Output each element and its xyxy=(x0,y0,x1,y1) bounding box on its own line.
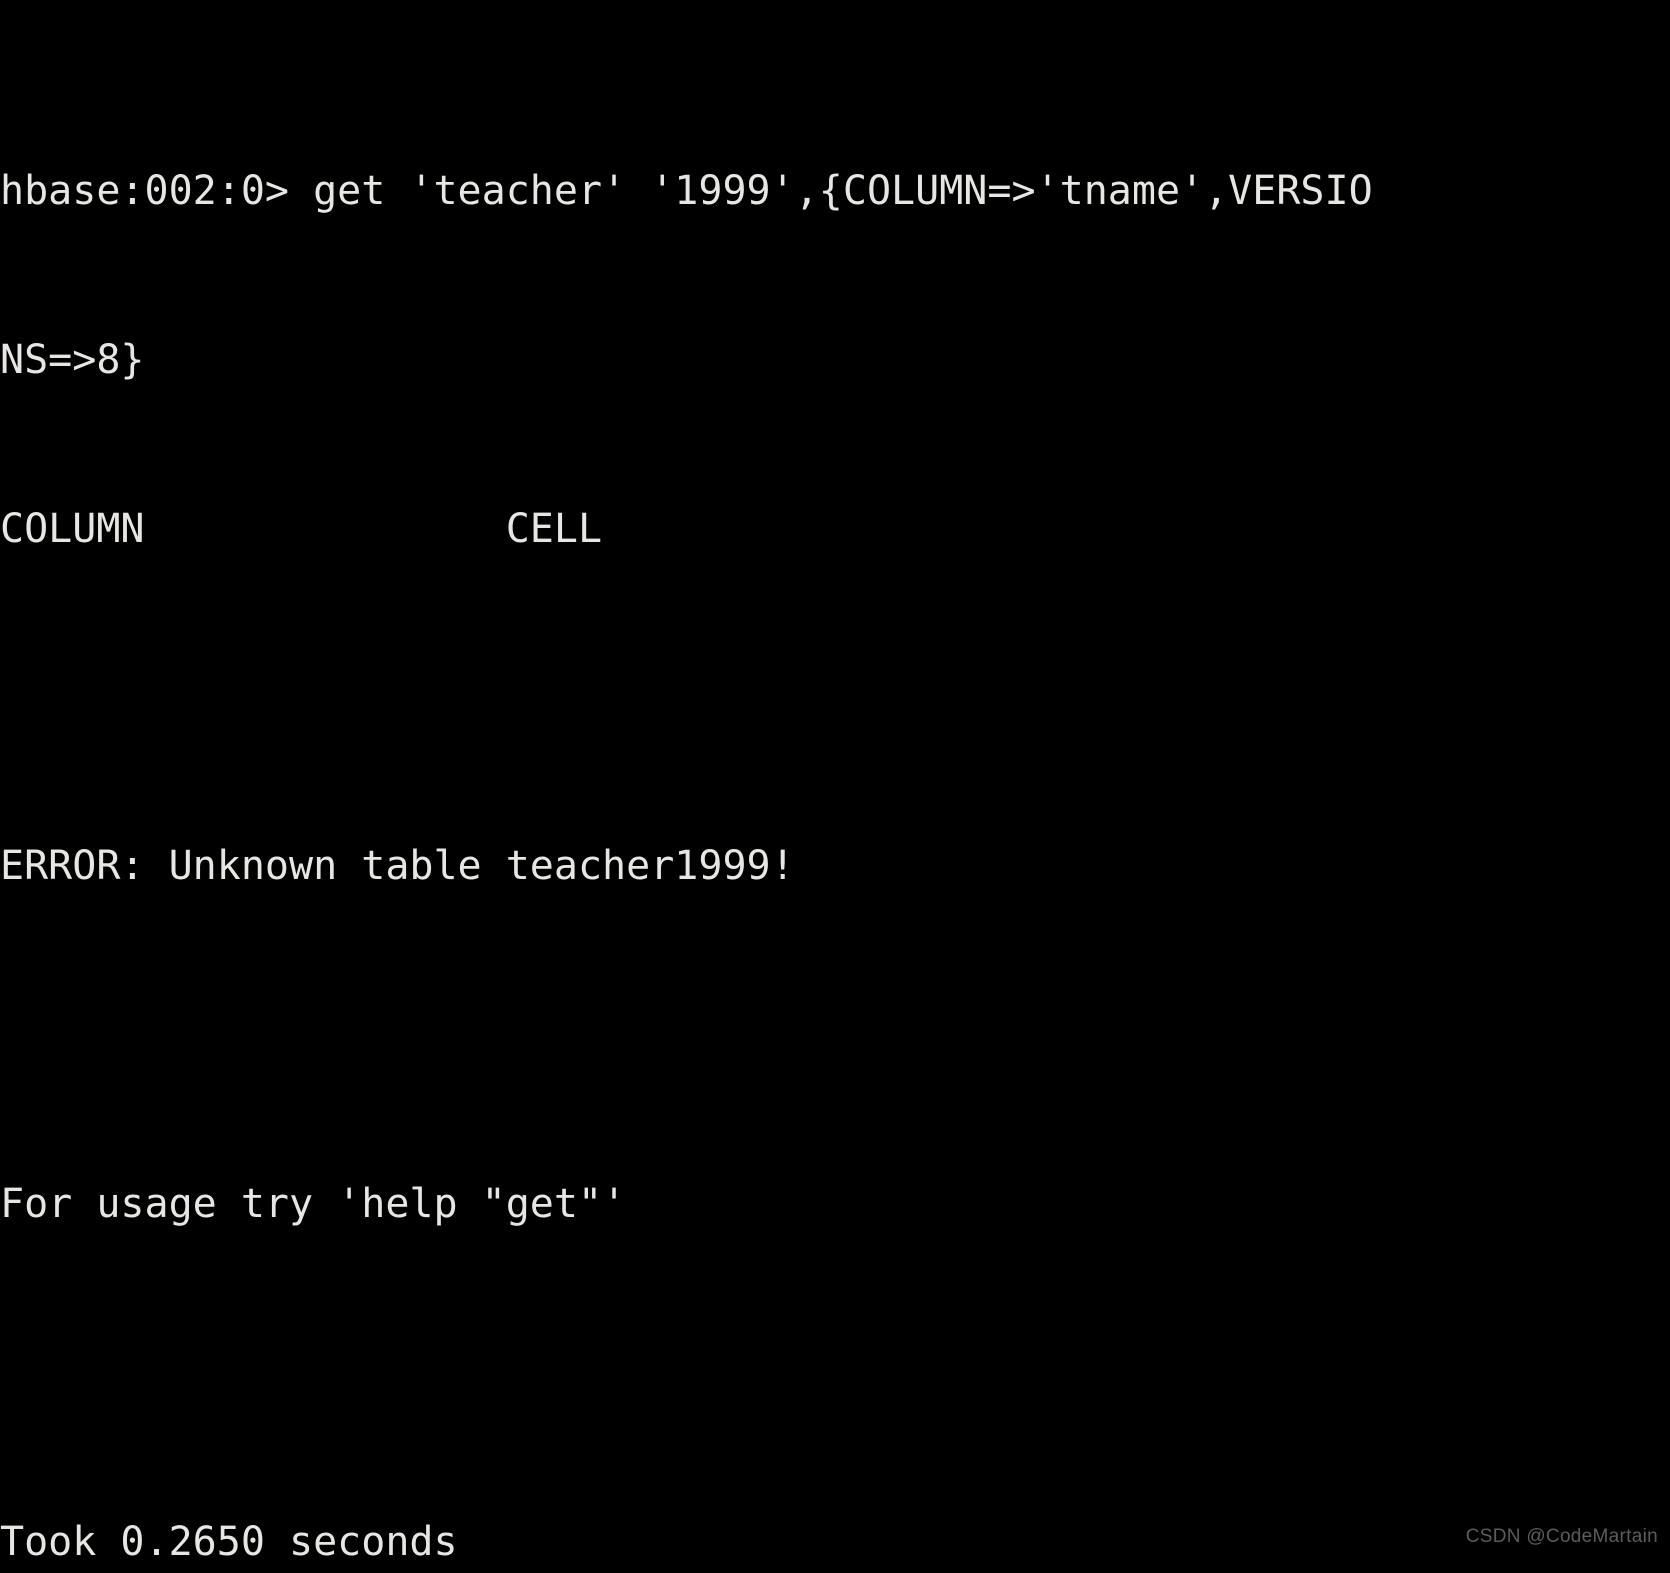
terminal-output: hbase:002:0> get 'teacher' '1999',{COLUM… xyxy=(0,0,1670,1573)
terminal-line-duration: Took 0.2650 seconds xyxy=(0,1519,458,1566)
terminal-line: hbase:002:0> get 'teacher' '1999',{COLUM… xyxy=(0,167,1373,214)
terminal-line-column-header: COLUMN CELL xyxy=(0,505,603,552)
terminal-line: NS=>8} xyxy=(0,336,145,383)
terminal-line-usage-hint: For usage try 'help "get"' xyxy=(0,1181,627,1228)
terminal-window[interactable]: hbase:002:0> get 'teacher' '1999',{COLUM… xyxy=(0,0,1670,1573)
watermark: CSDN @CodeMartain xyxy=(1465,1525,1658,1547)
terminal-line-error: ERROR: Unknown table teacher1999! xyxy=(0,843,795,890)
